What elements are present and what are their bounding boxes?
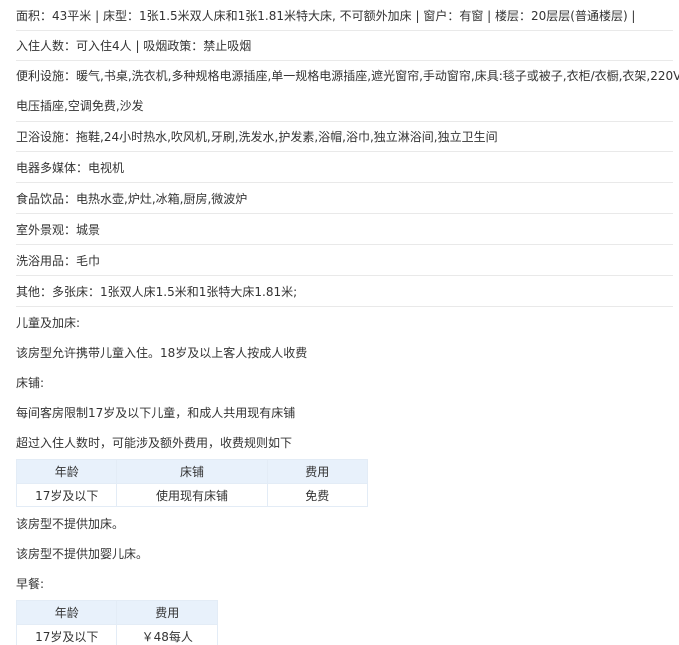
cell-fee: ￥48每人 — [116, 624, 218, 645]
bed-heading: 床铺: — [16, 368, 673, 398]
bed-heading-text: 床铺: — [16, 376, 45, 390]
cell-age: 17岁及以下 — [15, 624, 118, 645]
bed-limit: 每间客房限制17岁及以下儿童，和成人共用现有床铺 — [16, 398, 673, 428]
room-info-line2: 入住人数：可入住4人 | 吸烟政策：禁止吸烟 — [16, 31, 673, 61]
no-crib-text: 该房型不提供加婴儿床。 — [16, 547, 149, 561]
column-header-age: 年龄 — [15, 459, 118, 484]
column-header-age: 年龄 — [15, 600, 118, 625]
table-row: 17岁及以下 ￥48每人 — [15, 624, 218, 645]
media-facilities: 电器多媒体：电视机 — [16, 153, 673, 183]
extra-fee-note: 超过入住人数时，可能涉及额外费用，收费规则如下 — [16, 428, 673, 458]
column-header-bed: 床铺 — [116, 459, 268, 484]
convenience-value-2: 电压插座,空调免费,沙发 — [16, 99, 144, 113]
other-value: 多张床：1张双人床1.5米和1张特大床1.81米; — [52, 285, 298, 299]
view-value: 城景 — [76, 223, 101, 237]
table-header-row: 年龄 费用 — [15, 600, 218, 625]
convenience-label: 便利设施： — [16, 69, 77, 83]
no-extra-bed: 该房型不提供加床。 — [16, 509, 673, 539]
bathroom-facilities: 卫浴设施：拖鞋,24小时热水,吹风机,牙刷,洗发水,护发素,浴帽,浴巾,独立淋浴… — [16, 122, 673, 152]
toiletries-facilities: 洗浴用品：毛巾 — [16, 246, 673, 276]
extra-fee-note-text: 超过入住人数时，可能涉及额外费用，收费规则如下 — [16, 436, 293, 450]
convenience-line-1: 便利设施：暖气,书桌,洗衣机,多种规格电源插座,单一规格电源插座,遮光窗帘,手动… — [16, 61, 679, 91]
no-crib: 该房型不提供加婴儿床。 — [16, 539, 673, 569]
children-heading: 儿童及加床: — [16, 308, 673, 338]
cell-bed: 使用现有床铺 — [116, 483, 268, 507]
media-value: 电视机 — [88, 161, 125, 175]
other-facilities: 其他：多张床：1张双人床1.5米和1张特大床1.81米; — [16, 277, 673, 307]
child-bed-fee-table: 年龄 床铺 费用 17岁及以下 使用现有床铺 免费 — [15, 459, 369, 507]
breakfast-heading: 早餐: — [16, 569, 673, 599]
convenience-line-2: 电压插座,空调免费,沙发 — [16, 91, 673, 121]
table-header-row: 年龄 床铺 费用 — [15, 459, 369, 484]
other-label: 其他： — [16, 285, 53, 299]
food-value: 电热水壶,炉灶,冰箱,厨房,微波炉 — [76, 192, 248, 206]
room-info-line1: 面积：43平米 | 床型：1张1.5米双人床和1张1.81米特大床, 不可额外加… — [16, 1, 673, 31]
food-facilities: 食品饮品：电热水壶,炉灶,冰箱,厨房,微波炉 — [16, 184, 673, 214]
bathroom-value: 拖鞋,24小时热水,吹风机,牙刷,洗发水,护发素,浴帽,浴巾,独立淋浴间,独立卫… — [76, 130, 498, 144]
column-header-fee: 费用 — [266, 459, 369, 484]
media-label: 电器多媒体： — [16, 161, 89, 175]
view-label: 室外景观： — [16, 223, 77, 237]
cell-age: 17岁及以下 — [15, 483, 118, 507]
children-heading-text: 儿童及加床: — [16, 316, 81, 330]
convenience-value-1: 暖气,书桌,洗衣机,多种规格电源插座,单一规格电源插座,遮光窗帘,手动窗帘,床具… — [76, 69, 679, 83]
breakfast-fee-table: 年龄 费用 17岁及以下 ￥48每人 — [15, 600, 218, 645]
breakfast-heading-text: 早餐: — [16, 577, 45, 591]
bed-limit-text: 每间客房限制17岁及以下儿童，和成人共用现有床铺 — [16, 406, 296, 420]
room-info-text-1: 面积：43平米 | 床型：1张1.5米双人床和1张1.81米特大床, 不可额外加… — [16, 9, 636, 23]
cell-fee-free: 免费 — [266, 483, 369, 507]
children-policy: 该房型允许携带儿童入住。18岁及以上客人按成人收费 — [16, 338, 673, 368]
table-row: 17岁及以下 使用现有床铺 免费 — [15, 483, 369, 507]
room-info-text-2: 入住人数：可入住4人 | 吸烟政策：禁止吸烟 — [16, 39, 252, 53]
view-facilities: 室外景观：城景 — [16, 215, 673, 245]
no-extra-bed-text: 该房型不提供加床。 — [16, 517, 125, 531]
bathroom-label: 卫浴设施： — [16, 130, 77, 144]
children-policy-text: 该房型允许携带儿童入住。18岁及以上客人按成人收费 — [16, 346, 308, 360]
toiletries-value: 毛巾 — [76, 254, 101, 268]
toiletries-label: 洗浴用品： — [16, 254, 77, 268]
column-header-fee: 费用 — [116, 600, 218, 625]
convenience-facilities: 便利设施：暖气,书桌,洗衣机,多种规格电源插座,单一规格电源插座,遮光窗帘,手动… — [16, 61, 679, 122]
food-label: 食品饮品： — [16, 192, 77, 206]
